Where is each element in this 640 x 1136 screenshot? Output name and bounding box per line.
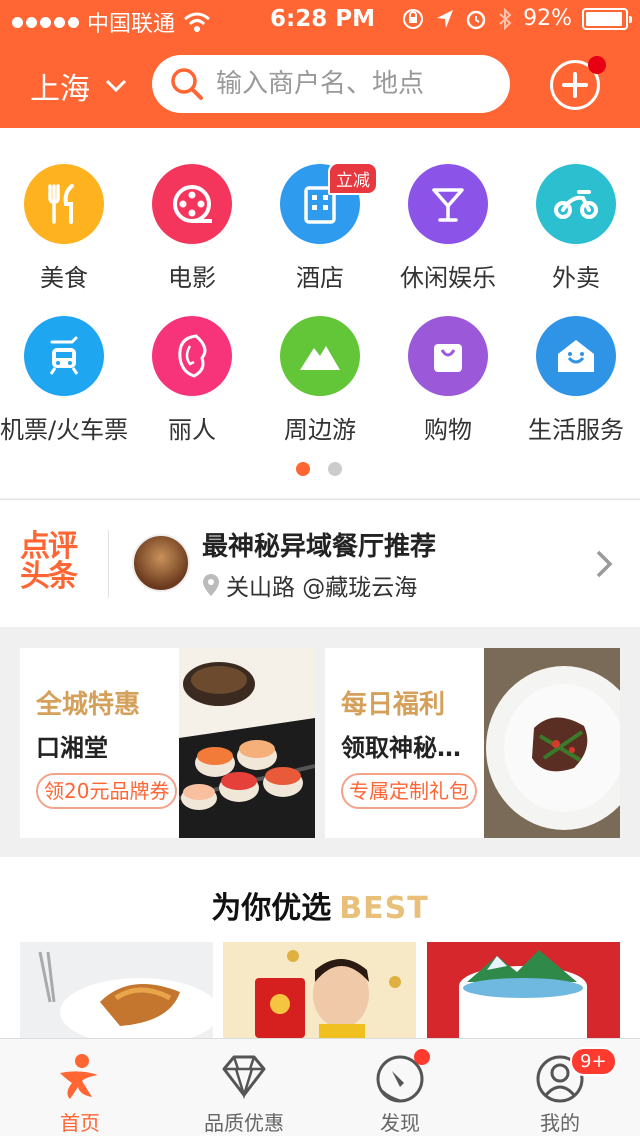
headline-logo: 点评 头条 [20,529,78,594]
best-title: 为你优选 BEST [211,891,429,926]
status-bar: 中国联通 6:28 PM 92% [0,0,640,40]
home-person-icon [54,1051,106,1103]
fork-knife-icon [24,164,104,244]
rotation-lock-icon [403,8,424,29]
search-icon [171,68,203,100]
headline-news[interactable]: 点评 头条 最神秘异域餐厅推荐 关山路 @藏珑云海 [0,499,640,627]
train-plane-icon [24,316,104,396]
headline-thumbnail [132,534,190,592]
promo-name: 口湘堂 [36,734,108,762]
notification-dot [588,56,606,74]
location-arrow-icon [437,9,454,28]
beef-dish-image [484,648,620,838]
discount-badge: 立减 [328,162,378,195]
category-grid: 美食 电影 立减 酒店 休闲娱乐 外卖 机票/火车票 丽人 周边游 购物 生活服… [0,128,640,498]
carrier-label: 中国联通 [87,12,176,37]
category-shopping[interactable]: 购物 [384,316,512,445]
tab-profile[interactable]: 9+ 我的 [480,1039,640,1136]
category-label: 外卖 [552,264,600,292]
header: 中国联通 6:28 PM 92% 上海 输入商户名、地点 [0,0,640,128]
notification-dot [414,1049,430,1065]
recommended-item-image[interactable] [20,942,213,1039]
tab-bar: 首页 品质优惠 发现 9+ 我的 [0,1038,640,1136]
city-label: 上海 [30,72,90,107]
clock: 6:28 PM [270,6,375,32]
cocktail-icon [408,164,488,244]
tab-label: 品质优惠 [204,1111,284,1135]
chevron-right-icon [596,550,613,578]
page-dot [328,462,342,476]
battery-icon [582,7,632,30]
category-life-services[interactable]: 生活服务 [512,316,640,445]
category-label: 购物 [424,416,472,444]
category-hotel[interactable]: 立减 酒店 [256,162,384,293]
promo-card[interactable]: 每日福利 领取神秘… 专属定制礼包 [325,648,620,838]
gift-button[interactable]: 专属定制礼包 [341,773,477,809]
coupon-button[interactable]: 领20元品牌券 [36,773,178,809]
best-section: 为你优选 BEST [0,857,640,1039]
category-tickets[interactable]: 机票/火车票 [0,316,128,445]
search-input[interactable] [216,69,486,99]
page-dot-active [296,462,310,476]
city-selector[interactable]: 上海 [30,64,128,108]
headline-title: 最神秘异域餐厅推荐 [202,532,437,562]
tab-home[interactable]: 首页 [0,1039,160,1136]
category-entertainment[interactable]: 休闲娱乐 [384,164,512,293]
tab-discover[interactable]: 发现 [320,1039,480,1136]
promo-card[interactable]: 全城特惠 口湘堂 领20元品牌券 [20,648,315,838]
headline-location: 关山路 @藏珑云海 [202,568,417,602]
category-label: 休闲娱乐 [400,264,496,292]
lady-icon [152,316,232,396]
diamond-icon [218,1051,270,1103]
location-pin-icon [203,574,219,596]
category-beauty[interactable]: 丽人 [128,316,256,445]
category-movie[interactable]: 电影 [128,164,256,293]
house-icon [536,316,616,396]
bluetooth-icon [499,7,512,30]
alarm-icon [466,10,486,29]
plus-icon [562,72,588,98]
search-bar[interactable] [152,55,510,113]
category-travel[interactable]: 周边游 [256,316,384,445]
category-label: 机票/火车票 [0,416,129,444]
unread-count-badge: 9+ [570,1047,617,1076]
tab-quality-deals[interactable]: 品质优惠 [164,1039,324,1136]
recommended-item-image[interactable] [223,942,416,1039]
category-delivery[interactable]: 外卖 [512,164,640,293]
category-label: 美食 [40,264,88,292]
category-label: 酒店 [296,264,344,292]
wifi-icon [184,12,210,32]
promo-section: 全城特惠 口湘堂 领20元品牌券 每日福利 领取神秘… 专属定制礼包 [0,627,640,857]
tab-label: 首页 [60,1111,100,1135]
divider [108,530,109,598]
recommended-item-image[interactable] [427,942,620,1039]
film-reel-icon [152,164,232,244]
category-label: 生活服务 [528,416,624,444]
battery-percent: 92% [523,6,572,31]
promo-name: 领取神秘… [341,734,461,762]
category-label: 电影 [168,264,216,292]
page-indicator[interactable] [296,462,342,476]
category-label: 丽人 [168,416,216,444]
chevron-down-icon [105,79,127,93]
promo-tag: 全城特惠 [36,690,141,720]
scooter-icon [536,164,616,244]
category-label: 周边游 [284,416,356,444]
compass-icon [374,1049,430,1103]
tab-label: 发现 [380,1111,420,1135]
promo-tag: 每日福利 [341,690,446,720]
category-food[interactable]: 美食 [0,164,128,293]
signal-icon [12,16,79,28]
mountain-icon [280,316,360,396]
profile-icon: 9+ [534,1047,617,1103]
tab-label: 我的 [540,1111,580,1135]
sushi-image [179,648,315,838]
shopping-bag-icon [408,316,488,396]
